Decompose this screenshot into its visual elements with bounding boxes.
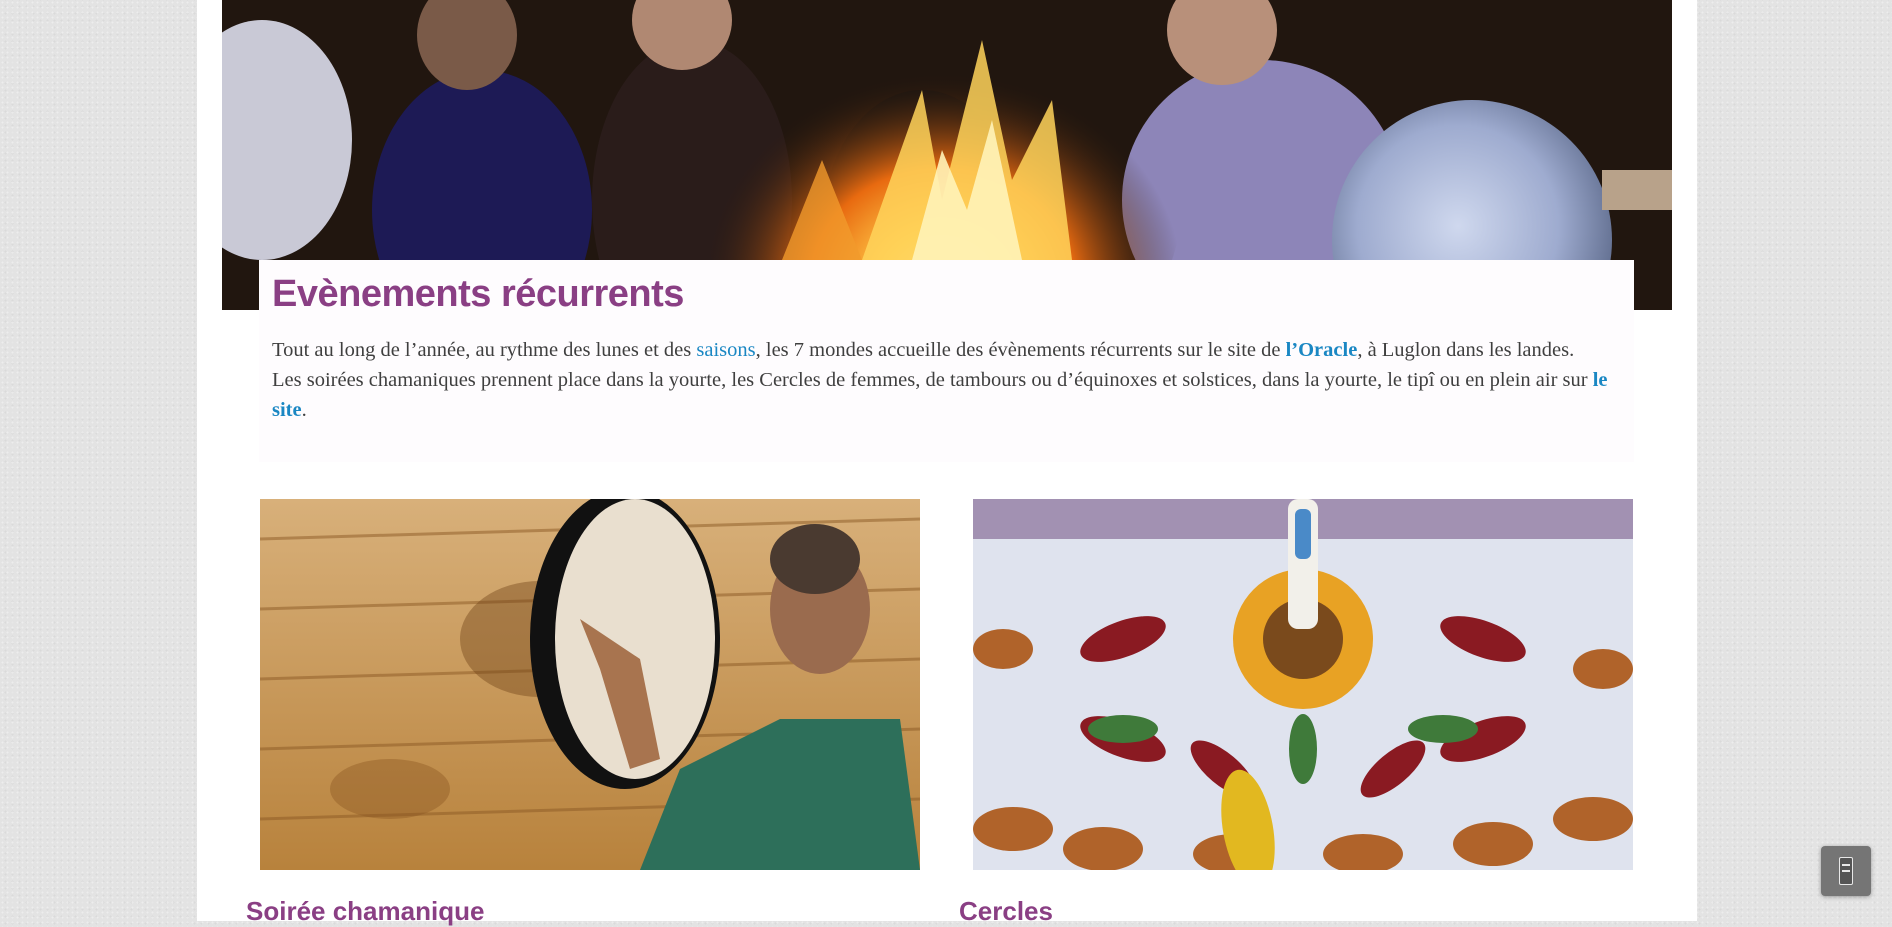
soiree-chamanique-title[interactable]: Soirée chamanique <box>246 896 484 927</box>
intro-text: , à Luglon dans les landes. <box>1357 339 1575 361</box>
intro-text: Les soirées chamaniques prennent place d… <box>272 369 1593 391</box>
intro-text: Tout au long de l’année, au rythme des l… <box>272 339 697 361</box>
page-container: Evènements récurrents Tout au long de l’… <box>197 0 1697 926</box>
page-title: Evènements récurrents <box>272 273 684 315</box>
cercles-title[interactable]: Cercles <box>959 896 1053 927</box>
cercles-image[interactable] <box>973 499 1633 870</box>
intro-text: . <box>301 399 307 421</box>
intro-text: , les 7 mondes accueille des évènements … <box>755 339 1286 361</box>
soiree-chamanique-image[interactable] <box>260 499 920 870</box>
oracle-link[interactable]: l’Oracle <box>1286 339 1358 361</box>
phone-icon <box>1839 857 1853 885</box>
saisons-link[interactable]: saisons <box>696 339 755 361</box>
floating-contact-button[interactable] <box>1821 846 1871 896</box>
intro-section: Evènements récurrents Tout au long de l’… <box>259 260 1634 462</box>
intro-paragraph: Tout au long de l’année, au rythme des l… <box>272 335 1632 425</box>
